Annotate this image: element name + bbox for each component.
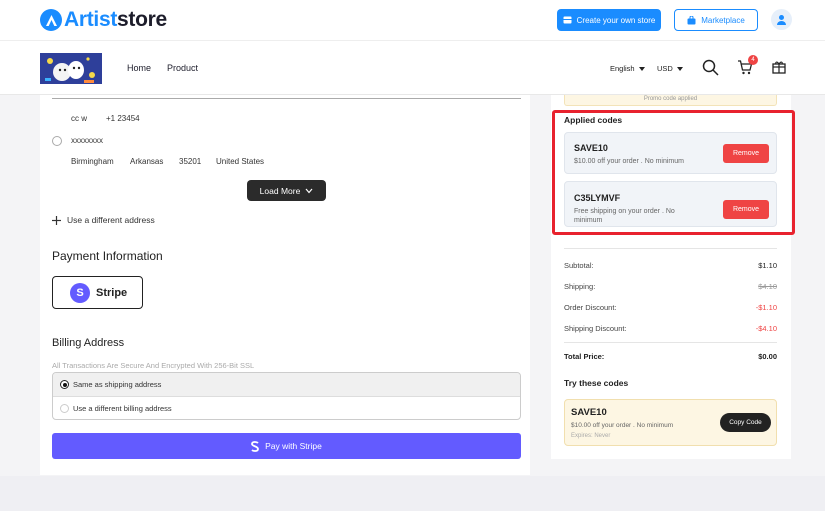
code-name: SAVE10 [571, 407, 607, 418]
billing-same-radio[interactable] [60, 380, 69, 389]
pay-with-stripe-button[interactable]: Pay with Stripe [52, 433, 521, 459]
divider [52, 98, 521, 99]
copy-code-button[interactable]: Copy Code [720, 413, 771, 432]
promo-applied-strip: Promo code applied [564, 95, 777, 106]
address-country: United States [216, 157, 265, 166]
cart-count-badge: 4 [748, 55, 758, 65]
address-phone: +1 23454 [106, 114, 140, 123]
stripe-s-icon [251, 440, 260, 452]
billing-different-radio[interactable] [60, 404, 69, 413]
site-logo[interactable]: Artiststore [40, 8, 167, 32]
code-description: $10.00 off your order . No minimum [571, 422, 674, 429]
chevron-down-icon [676, 66, 683, 71]
divider [564, 342, 777, 343]
address-city: Birmingham [71, 157, 114, 166]
user-avatar-button[interactable] [771, 9, 792, 30]
nav-product-link[interactable]: Product [167, 63, 198, 73]
billing-title: Billing Address [52, 337, 125, 349]
store-icon [563, 16, 572, 24]
secure-note: All Transactions Are Secure And Encrypte… [52, 361, 255, 370]
payment-title: Payment Information [52, 249, 163, 263]
search-icon[interactable] [702, 59, 719, 76]
plus-icon [52, 215, 61, 225]
nav-home-link[interactable]: Home [127, 63, 151, 73]
logo-text: Artiststore [64, 8, 167, 31]
billing-options: Same as shipping address Use a different… [52, 372, 521, 420]
language-select[interactable]: English [610, 64, 645, 73]
create-store-button[interactable]: Create your own store [557, 9, 661, 31]
code-expiry: Expires: Never [571, 433, 611, 439]
suggested-code-card: SAVE10 $10.00 off your order . No minimu… [564, 399, 777, 446]
divider [564, 248, 777, 249]
top-header: Artiststore Create your own store Market… [0, 0, 825, 40]
address-radio[interactable] [52, 136, 62, 146]
logo-mark-icon [40, 9, 62, 31]
address-state: Arkansas [130, 157, 164, 166]
summary-order-discount: Order Discount: -$1.10 [564, 303, 777, 312]
footer [0, 476, 825, 511]
currency-select[interactable]: USD [657, 64, 683, 73]
address-zip: 35201 [179, 157, 202, 166]
gift-icon[interactable] [772, 60, 786, 74]
highlight-frame [552, 110, 795, 235]
marketplace-button[interactable]: Marketplace [674, 9, 758, 31]
billing-option-same[interactable]: Same as shipping address [53, 373, 520, 397]
stripe-payment-option[interactable]: S Stripe [52, 276, 143, 309]
summary-subtotal: Subtotal: $1.10 [564, 261, 777, 270]
user-icon [777, 15, 786, 25]
shopping-bag-icon [687, 15, 696, 24]
load-more-button[interactable]: Load More [247, 180, 326, 201]
summary-total: Total Price: $0.00 [564, 352, 777, 361]
billing-option-different[interactable]: Use a different billing address [53, 397, 520, 419]
stripe-logo-icon: S [70, 282, 90, 303]
address-name: cc w [71, 114, 87, 123]
summary-shipping-discount: Shipping Discount: -$4.10 [564, 324, 777, 333]
chevron-down-icon [638, 66, 645, 71]
summary-shipping: Shipping: $4.10 [564, 282, 777, 291]
address-line: xxxxxxxx [71, 136, 103, 145]
chevron-down-icon [305, 188, 313, 193]
store-banner-thumbnail[interactable] [40, 53, 102, 84]
try-codes-title: Try these codes [564, 378, 629, 388]
use-different-address-link[interactable]: Use a different address [52, 215, 155, 225]
